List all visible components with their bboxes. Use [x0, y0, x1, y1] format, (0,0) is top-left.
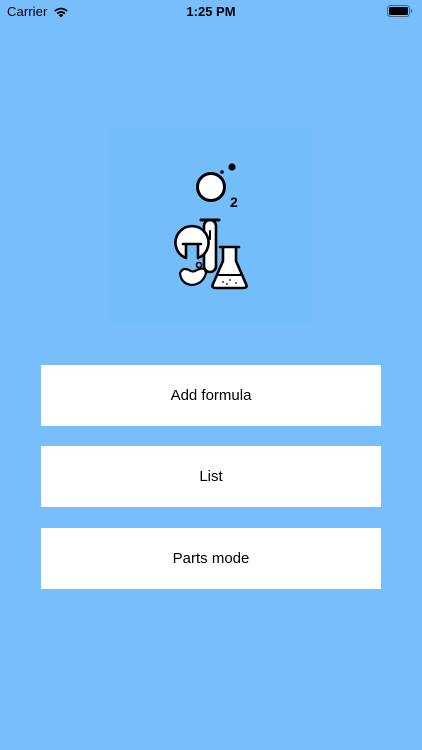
app-logo: 2	[109, 127, 312, 323]
add-formula-button[interactable]: Add formula	[41, 365, 381, 426]
list-button[interactable]: List	[41, 446, 381, 507]
battery-icon	[387, 5, 413, 17]
parts-mode-button[interactable]: Parts mode	[41, 528, 381, 589]
status-time: 1:25 PM	[186, 4, 236, 19]
status-bar: Carrier 1:25 PM	[0, 0, 422, 22]
o2-subscript: 2	[230, 194, 238, 210]
chemistry-flasks-o2-icon: 2	[174, 163, 248, 290]
